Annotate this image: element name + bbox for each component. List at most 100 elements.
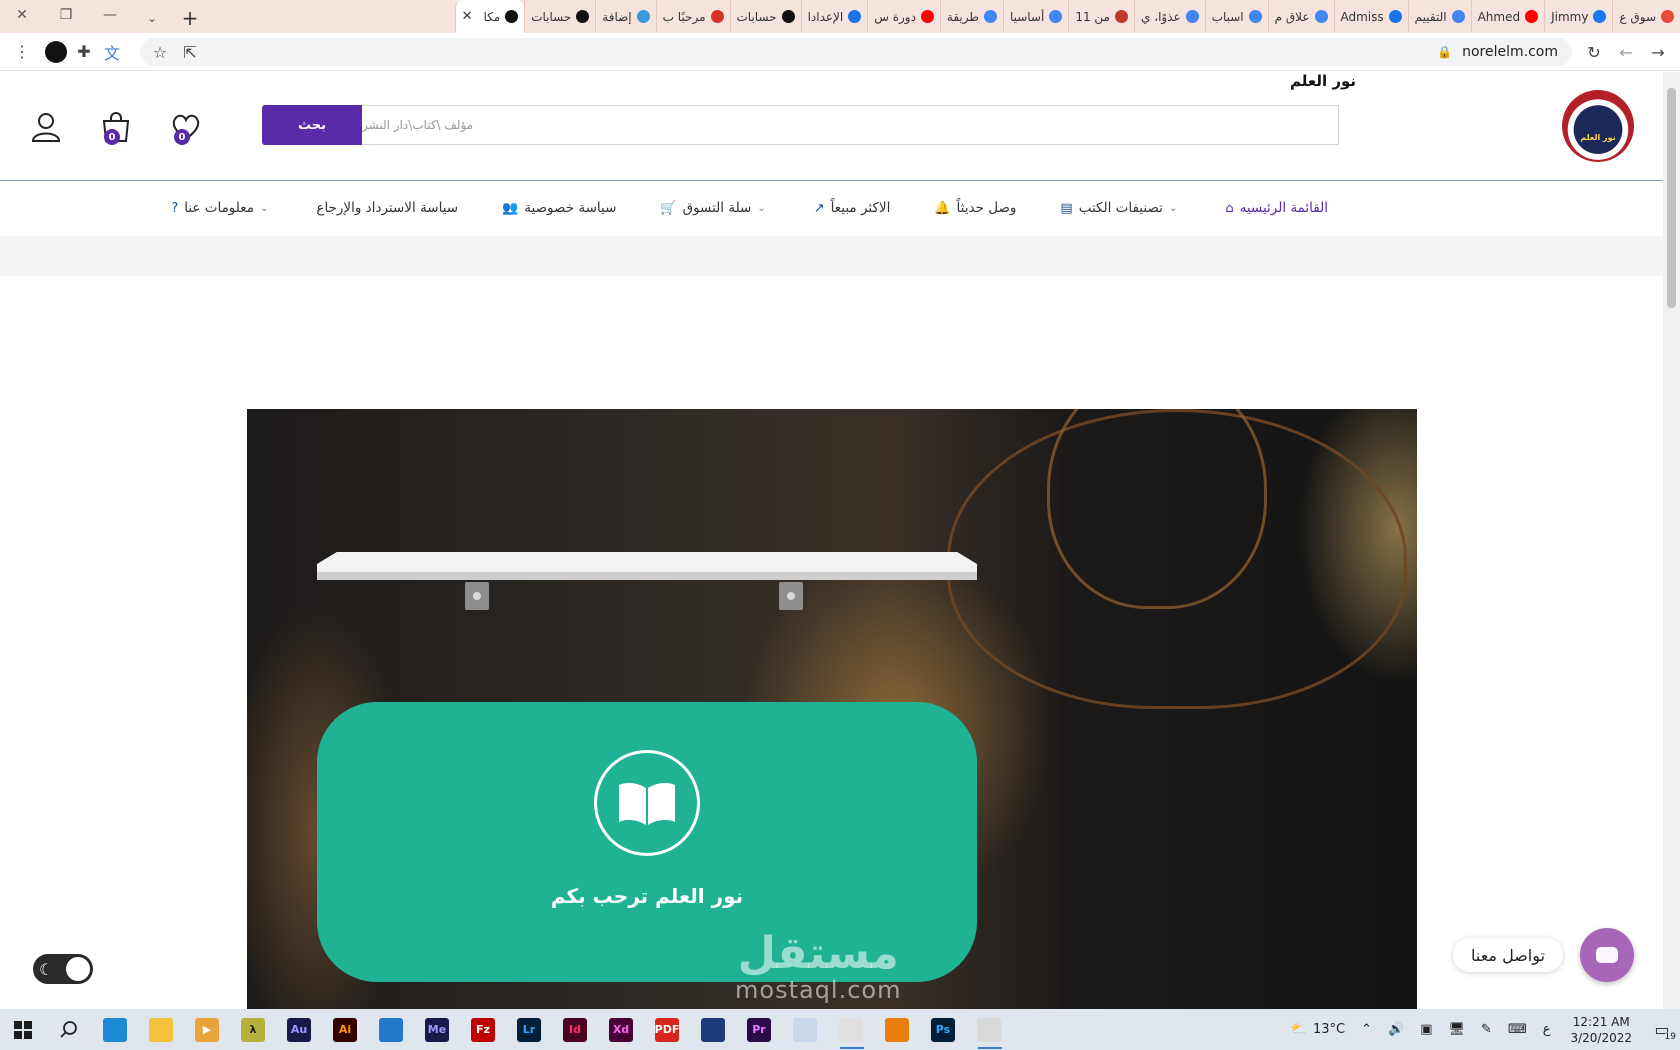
weather-widget[interactable]: ⛅ 13°C [1283, 1022, 1353, 1037]
minimize-window-icon[interactable]: — [88, 0, 132, 30]
start-windows-icon[interactable] [0, 1009, 46, 1050]
system-tray: ⛅ 13°C ⌃ 🔊 ▣ 🖥 ✎ ⌨ ع 12:21 AM 3/20/2022 … [1283, 1009, 1680, 1050]
contact-chat-button[interactable] [1580, 928, 1634, 982]
taskbar-app-blender[interactable] [874, 1009, 920, 1050]
notification-icon[interactable]: ▭ 19 [1644, 1009, 1680, 1050]
taskbar-clock[interactable]: 12:21 AM 3/20/2022 [1558, 1014, 1644, 1046]
tab-favicon-icon [983, 10, 997, 23]
browser-tab[interactable]: Jimmy [1544, 0, 1612, 33]
book-list-icon: ▤ [1060, 200, 1073, 216]
nav-item-2[interactable]: ▤ تصنيفات الكتب ⌄ [1038, 200, 1203, 216]
cart-header-icon[interactable]: 0 [98, 109, 134, 145]
new-tab-button[interactable]: + [172, 3, 208, 33]
taskbar-app-cinema4d[interactable] [690, 1009, 736, 1050]
taskbar-app-xd[interactable]: Xd [598, 1009, 644, 1050]
taskbar-app-chrome[interactable] [828, 1009, 874, 1050]
extension-profile-icon[interactable] [42, 38, 70, 66]
tray-chevron-icon[interactable]: ⌃ [1353, 1022, 1380, 1037]
nav-item-5[interactable]: 🛒 سلة التسوق ⌄ [638, 200, 791, 216]
browser-tab[interactable]: سوق ع [1612, 0, 1680, 33]
browser-tab[interactable]: Admiss [1333, 0, 1408, 33]
taskbar-app-vscode[interactable] [368, 1009, 414, 1050]
taskbar-app-illustrator[interactable]: Ai [322, 1009, 368, 1050]
pen-icon[interactable]: ✎ [1473, 1022, 1500, 1037]
browser-tab[interactable]: 11 من [1068, 0, 1134, 33]
browser-tab[interactable]: طريقة [939, 0, 1003, 33]
taskbar-app-premiere[interactable]: Pr [736, 1009, 782, 1050]
browser-tab[interactable]: عذوًا، ي [1133, 0, 1205, 33]
chevron-down-icon[interactable]: ⌄ [260, 203, 268, 214]
taskbar-app-chrome-profile[interactable] [966, 1009, 1012, 1050]
search-button[interactable]: بحث [262, 105, 362, 145]
browser-tab[interactable]: Ahmed [1470, 0, 1545, 33]
taskbar-app-media-player[interactable]: ▶ [184, 1009, 230, 1050]
nav-item-7[interactable]: سياسة الاسترداد والإرجاع [294, 200, 480, 216]
chevron-down-icon[interactable]: ⌄ [757, 203, 765, 214]
taskbar-app-edge[interactable] [92, 1009, 138, 1050]
browser-tab-active[interactable]: مكا ✕ [454, 0, 525, 33]
tab-close-icon[interactable]: ✕ [462, 9, 473, 24]
tab-search-chevron-icon[interactable]: ⌄ [132, 3, 172, 33]
browser-tab[interactable]: اسباب [1204, 0, 1268, 33]
dark-mode-toggle[interactable]: ☾ [33, 954, 93, 984]
url-text: norelelm.com [1462, 44, 1558, 60]
language-indicator[interactable]: ع [1535, 1022, 1559, 1037]
meet-icon[interactable]: ▣ [1412, 1022, 1440, 1037]
browser-menu-icon[interactable]: ⋮ [8, 38, 36, 66]
cart-icon: 🛒 [660, 200, 677, 216]
wishlist-heart-icon[interactable]: 0 [168, 109, 204, 145]
taskbar-app-file-explorer[interactable] [138, 1009, 184, 1050]
browser-tab[interactable]: مرحبًا ب [655, 0, 730, 33]
tab-title: حسابات [736, 9, 777, 24]
site-name: نور العلم [1290, 72, 1357, 90]
reload-icon[interactable]: ↻ [1580, 38, 1608, 66]
bookmark-star-icon[interactable]: ☆ [146, 38, 174, 66]
browser-tab[interactable]: أساسيا [1002, 0, 1068, 33]
translate-icon[interactable]: 文 [98, 38, 126, 66]
forward-icon[interactable]: ← [1612, 38, 1640, 66]
taskbar-app-lightroom[interactable]: Lr [506, 1009, 552, 1050]
address-bar[interactable]: 🔒 norelelm.com [140, 38, 1572, 66]
close-window-icon[interactable]: ✕ [0, 0, 44, 30]
taskbar-app-app-gear[interactable] [782, 1009, 828, 1050]
chevron-down-icon[interactable]: ⌄ [1169, 203, 1177, 214]
tab-favicon-icon [1049, 10, 1063, 23]
taskbar-app-acrobat[interactable]: PDF [644, 1009, 690, 1050]
nav-item-6[interactable]: 👥 سياسة خصوصية [480, 200, 638, 216]
site-logo[interactable]: نور العلم [1562, 90, 1634, 162]
browser-tab[interactable]: دورة س [867, 0, 940, 33]
tab-favicon-icon [1314, 10, 1328, 23]
taskbar-app-audition[interactable]: Au [276, 1009, 322, 1050]
account-icon[interactable] [28, 109, 64, 145]
nav-item-1[interactable]: ⌂ القائمة الرئيسيه [1203, 200, 1350, 216]
browser-tab[interactable]: حسابات [524, 0, 595, 33]
browser-tab[interactable]: حسابات [729, 0, 801, 33]
logo-text: نور العلم [1580, 132, 1616, 142]
browser-tab[interactable]: التقييم [1407, 0, 1471, 33]
contact-us-label[interactable]: تواصل معنا [1453, 938, 1563, 972]
nav-item-label: الاكثر مبيعاً [830, 200, 891, 216]
taskbar-app-photoshop[interactable]: Ps [920, 1009, 966, 1050]
network-icon[interactable]: 🖥 [1441, 1022, 1474, 1037]
taskbar-app-filezilla[interactable]: Fz [460, 1009, 506, 1050]
keyboard-icon[interactable]: ⌨ [1500, 1022, 1535, 1037]
extensions-puzzle-icon[interactable]: ✚ [70, 38, 98, 66]
browser-tab[interactable]: علاق م [1267, 0, 1334, 33]
taskbar-app-media-encoder[interactable]: Me [414, 1009, 460, 1050]
taskbar-app-lambda-app[interactable]: λ [230, 1009, 276, 1050]
volume-icon[interactable]: 🔊 [1380, 1022, 1412, 1037]
nav-item-8[interactable]: ? معلومات عنا ⌄ [149, 200, 294, 216]
taskbar-search-icon[interactable] [46, 1009, 92, 1050]
media-player-icon: ▶ [195, 1017, 219, 1042]
back-icon[interactable]: → [1644, 38, 1672, 66]
share-icon[interactable]: ⇱ [176, 38, 204, 66]
browser-tab[interactable]: إضافة [595, 0, 655, 33]
nav-item-3[interactable]: 🔔 وصل حديثاً [912, 200, 1038, 216]
search-input[interactable]: مؤلف \كتاب\دار النشر [362, 105, 1339, 145]
restore-window-icon[interactable]: ❐ [44, 0, 88, 30]
clock-time: 12:21 AM [1572, 1014, 1630, 1029]
taskbar-app-indesign[interactable]: Id [552, 1009, 598, 1050]
page-scrollbar[interactable] [1663, 72, 1680, 1009]
browser-tab[interactable]: الإعدادا [800, 0, 868, 33]
nav-item-4[interactable]: ↗ الاكثر مبيعاً [792, 200, 913, 216]
